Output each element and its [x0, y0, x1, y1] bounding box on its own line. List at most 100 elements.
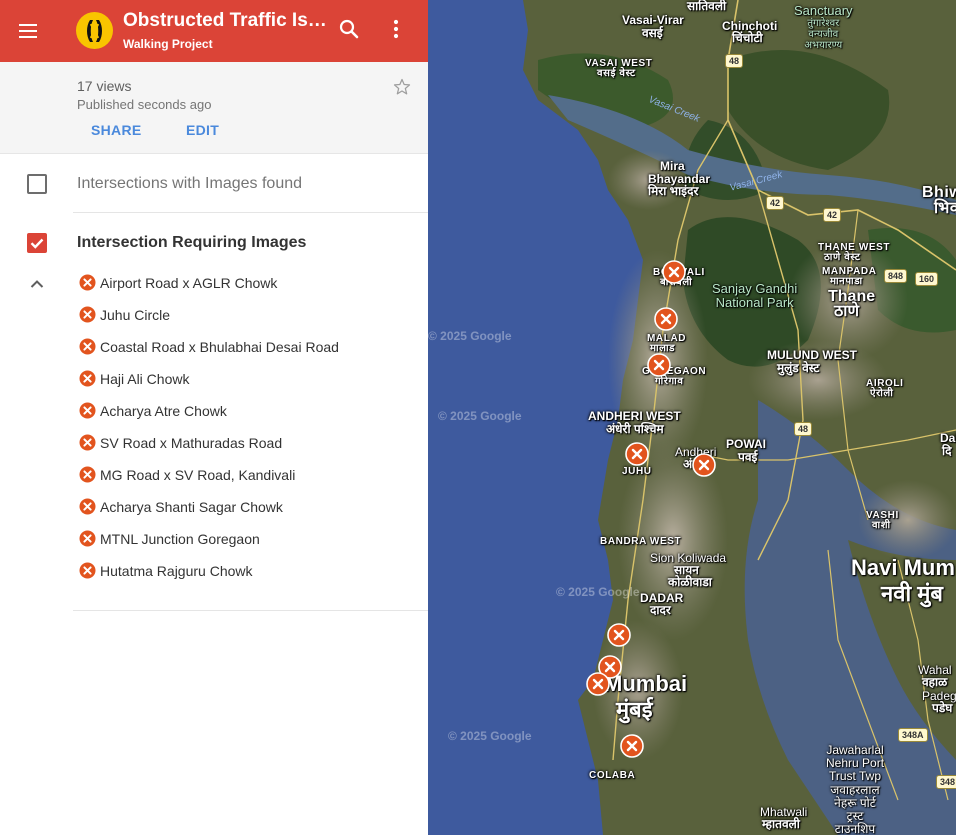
highway-shield: 348A: [898, 728, 928, 742]
map-watermark: © 2025 Google: [448, 729, 532, 743]
map-logo: [76, 12, 113, 49]
share-button[interactable]: SHARE: [91, 122, 142, 138]
map-label-vasai-west-mr: वसई वेस्ट: [597, 68, 636, 79]
map-label-sgnp: Sanjay Gandhi National Park: [712, 281, 798, 311]
list-item[interactable]: MG Road x SV Road, Kandivali: [79, 463, 409, 487]
chevron-up-icon[interactable]: [27, 274, 47, 294]
published-status: Published seconds ago: [77, 97, 212, 112]
list-item[interactable]: Hutatma Rajguru Chowk: [79, 559, 409, 583]
map-marker[interactable]: [662, 260, 686, 284]
edit-button[interactable]: EDIT: [186, 122, 219, 138]
star-outline-icon[interactable]: [392, 77, 412, 97]
highway-shield: 848: [884, 269, 908, 283]
map-marker[interactable]: [607, 623, 631, 647]
map-label-satiwali: सातिवली: [687, 0, 727, 13]
views-count: 17 views: [77, 78, 132, 94]
place-name: Airport Road x AGLR Chowk: [100, 275, 278, 291]
map-label-vasai-virar-mr: वसई: [642, 26, 663, 40]
place-name: Acharya Shanti Sagar Chowk: [100, 499, 283, 515]
list-item[interactable]: MTNL Junction Goregaon: [79, 527, 409, 551]
map-label-sion-koliwada-mr2: कोळीवाडा: [668, 575, 712, 589]
map-meta: 17 views Published seconds ago SHARE EDI…: [0, 62, 428, 154]
place-name: Haji Ali Chowk: [100, 371, 190, 387]
map-marker[interactable]: [625, 442, 649, 466]
map-label-thane-west-mr: ठाणे वेस्ट: [824, 252, 861, 263]
map-label-bhiwandi: Bhiwa: [922, 184, 956, 201]
place-name: MG Road x SV Road, Kandivali: [100, 467, 296, 483]
map-label-powai-mr: पवई: [738, 450, 758, 464]
layer-name-requiring-images[interactable]: Intersection Requiring Images: [77, 234, 306, 252]
side-panel: Obstructed Traffic Isla… Walking Project…: [0, 0, 428, 835]
map-watermark: © 2025 Google: [438, 409, 522, 423]
close-circle-icon: [79, 306, 96, 323]
map-label-mira-mr: मिरा भाइंदर: [648, 184, 699, 198]
close-circle-icon: [79, 530, 96, 547]
highway-shield: 160: [915, 272, 939, 286]
search-icon[interactable]: [337, 17, 361, 41]
layer-checkbox-requiring-images[interactable]: [27, 233, 47, 253]
map-marker[interactable]: [654, 307, 678, 331]
close-circle-icon: [79, 562, 96, 579]
map-label-sanctuary: Sanctuary तुंगारेश्वर वन्यजीव अभयारण्य: [794, 3, 853, 52]
highway-shield: 48: [794, 422, 813, 436]
map-label-airoli-mr: ऐरोली: [870, 388, 894, 399]
place-name: Hutatma Rajguru Chowk: [100, 563, 253, 579]
place-name: Acharya Atre Chowk: [100, 403, 227, 419]
layer-name-images-found[interactable]: Intersections with Images found: [77, 175, 302, 193]
close-circle-icon: [79, 434, 96, 451]
close-circle-icon: [79, 498, 96, 515]
highway-shield: 42: [823, 208, 842, 222]
map-label-bandra-west: BANDRA WEST: [600, 536, 682, 547]
map-label-chinchoti-mr: चिंचोटी: [732, 31, 763, 45]
list-item[interactable]: Haji Ali Chowk: [79, 367, 409, 391]
map-label-navi-mumbai: Navi Mum: [851, 555, 955, 580]
highway-shield: 42: [766, 196, 785, 210]
map-label-dahisar-mr: दि: [942, 444, 952, 458]
map-label-colaba: COLABA: [589, 770, 636, 781]
layer-divider: [73, 610, 428, 611]
highway-shield: 48: [725, 54, 744, 68]
map-label-bhiwandi-mr: भिव: [934, 200, 956, 217]
map-marker[interactable]: [586, 672, 610, 696]
place-name: SV Road x Mathuradas Road: [100, 435, 283, 451]
map-label-padeghar-mr: पडेघ: [932, 701, 953, 715]
map-label-manpada-mr: मानपाडा: [830, 276, 863, 287]
map-title: Obstructed Traffic Isla…: [123, 10, 331, 31]
layer-divider: [73, 212, 428, 213]
place-name: MTNL Junction Goregaon: [100, 531, 260, 547]
menu-icon[interactable]: [17, 19, 41, 43]
list-item[interactable]: Airport Road x AGLR Chowk: [79, 271, 409, 295]
more-vert-icon[interactable]: [384, 17, 408, 41]
map-watermark: © 2025 Google: [556, 585, 640, 599]
map-marker[interactable]: [620, 734, 644, 758]
map-label-mumbai-mr: मुंबई: [616, 697, 653, 722]
highway-shield: 348: [936, 775, 956, 789]
list-item[interactable]: Acharya Atre Chowk: [79, 399, 409, 423]
map-marker[interactable]: [692, 453, 716, 477]
close-circle-icon: [79, 274, 96, 291]
close-circle-icon: [79, 370, 96, 387]
list-item[interactable]: SV Road x Mathuradas Road: [79, 431, 409, 455]
map-watermark: © 2025 Google: [428, 329, 512, 343]
list-item[interactable]: Coastal Road x Bhulabhai Desai Road: [79, 335, 409, 359]
map-header: Obstructed Traffic Isla… Walking Project: [0, 0, 428, 62]
place-name: Coastal Road x Bhulabhai Desai Road: [100, 339, 339, 355]
map-label-juhu: JUHU: [622, 466, 652, 477]
map-label-thane-mr: ठाणे: [834, 303, 860, 320]
map-label-wahal-mr: वहाळ: [922, 675, 948, 689]
map-label-jnpt: Jawaharlal Nehru Port Trust Twp जवाहरलाल…: [826, 743, 885, 835]
map-label-navi-mumbai-mr: नवी मुंब: [881, 581, 943, 606]
place-name: Juhu Circle: [100, 307, 171, 323]
map-view[interactable]: Vasai-Virar वसई सातिवली Chinchoti चिंचोट…: [428, 0, 956, 835]
map-label-mulund-west-mr: मुलुंड वेस्ट: [777, 361, 820, 375]
map-marker[interactable]: [647, 353, 671, 377]
list-item[interactable]: Acharya Shanti Sagar Chowk: [79, 495, 409, 519]
map-label-vashi-mr: वाशी: [872, 520, 891, 531]
close-circle-icon: [79, 466, 96, 483]
layer-checkbox-images-found[interactable]: [27, 174, 47, 194]
map-label-goregaon-mr: गोरेगाव: [655, 376, 684, 387]
map-subtitle: Walking Project: [123, 37, 213, 51]
list-item[interactable]: Juhu Circle: [79, 303, 409, 327]
map-label-andheri-west-mr: अंधेरी पश्चिम: [606, 422, 664, 436]
map-label-mhatwali-mr: म्हातवली: [762, 817, 800, 831]
